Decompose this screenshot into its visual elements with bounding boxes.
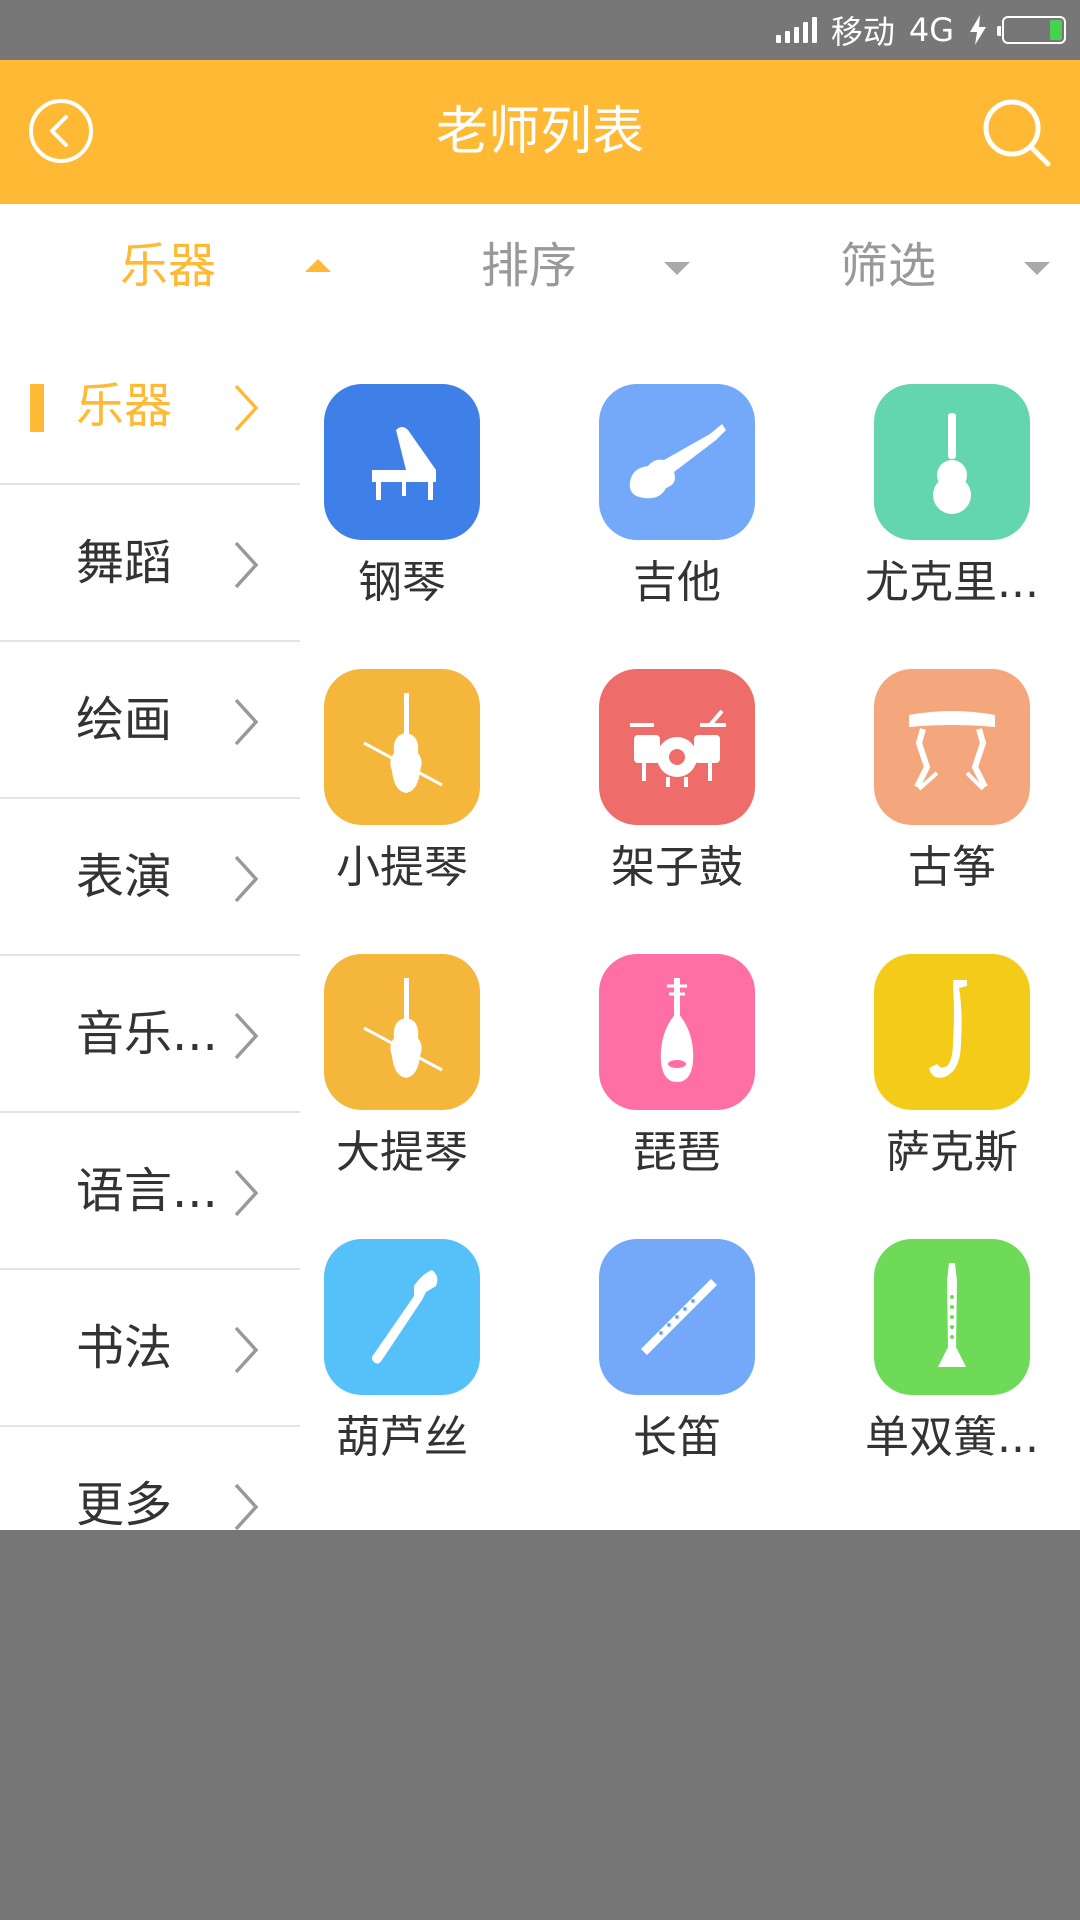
- sidebar-item-label: 绘画: [76, 692, 173, 748]
- instrument-name: 小提琴: [336, 842, 468, 893]
- instrument-name: 大提琴: [336, 1127, 468, 1178]
- instrument-guzheng[interactable]: 古筝: [829, 669, 1069, 919]
- caret-up-icon: [305, 259, 331, 272]
- instrument-name: 尤克里...: [865, 557, 1039, 608]
- chevron-right-icon: [234, 384, 259, 432]
- sidebar-item-calligraphy[interactable]: 书法: [0, 1270, 300, 1427]
- instrument-name: 古筝: [908, 842, 996, 893]
- chevron-right-icon: [234, 1483, 259, 1530]
- instrument-guitar[interactable]: 吉他: [554, 384, 794, 634]
- clarinet-icon: [874, 1239, 1030, 1395]
- flute-icon: [599, 1239, 755, 1395]
- tab-label: 筛选: [840, 238, 937, 294]
- instrument-flute[interactable]: 长笛: [554, 1239, 794, 1489]
- chevron-right-icon: [234, 1169, 259, 1217]
- charging-icon: [970, 15, 986, 45]
- network-label: 4G: [908, 11, 954, 49]
- instrument-pipa[interactable]: 琵琶: [554, 954, 794, 1204]
- chevron-right-icon: [234, 1326, 259, 1374]
- caret-down-icon: [664, 262, 690, 275]
- sidebar-item-instruments[interactable]: 乐器: [0, 328, 300, 485]
- saxophone-icon: [874, 954, 1030, 1110]
- instrument-name: 长笛: [633, 1412, 721, 1463]
- electric-guitar-icon: [599, 384, 755, 540]
- sidebar-item-label: 书法: [76, 1320, 173, 1376]
- chevron-right-icon: [234, 698, 259, 746]
- sidebar-item-performance[interactable]: 表演: [0, 799, 300, 956]
- instrument-violin[interactable]: 小提琴: [279, 669, 519, 919]
- page-title: 老师列表: [435, 102, 644, 162]
- ukulele-icon: [874, 384, 1030, 540]
- signal-icon: [775, 17, 817, 43]
- pipa-icon: [599, 954, 755, 1110]
- sidebar-item-dance[interactable]: 舞蹈: [0, 485, 300, 642]
- search-icon[interactable]: [982, 98, 1052, 168]
- instrument-name: 架子鼓: [611, 842, 743, 893]
- tab-label: 乐器: [120, 238, 217, 294]
- tab-instrument[interactable]: 乐器: [120, 204, 216, 328]
- sidebar-item-painting[interactable]: 绘画: [0, 642, 300, 799]
- tab-label: 排序: [481, 238, 578, 294]
- sidebar-item-label: 音乐...: [76, 1006, 218, 1062]
- instrument-piano[interactable]: 钢琴: [279, 384, 519, 634]
- instrument-ukulele[interactable]: 尤克里...: [829, 384, 1069, 634]
- sidebar-item-label: 更多: [76, 1477, 173, 1530]
- piano-icon: [324, 384, 480, 540]
- instrument-name: 葫芦丝: [336, 1412, 468, 1463]
- instrument-drum-kit[interactable]: 架子鼓: [554, 669, 794, 919]
- tab-filter[interactable]: 筛选: [840, 204, 936, 328]
- carrier-label: 移动: [830, 13, 895, 51]
- tab-sort[interactable]: 排序: [481, 204, 577, 328]
- sidebar-item-music[interactable]: 音乐...: [0, 956, 300, 1113]
- battery-icon: [997, 16, 1066, 44]
- instrument-clarinet[interactable]: 单双簧...: [829, 1239, 1069, 1489]
- chevron-right-icon: [234, 855, 259, 903]
- sidebar-item-language[interactable]: 语言...: [0, 1113, 300, 1270]
- app-header: 老师列表: [0, 60, 1080, 204]
- status-bar: 移动 4G: [0, 0, 1080, 60]
- active-indicator: [30, 384, 44, 432]
- instrument-name: 琵琶: [633, 1127, 721, 1178]
- guzheng-icon: [874, 669, 1030, 825]
- instrument-name: 萨克斯: [886, 1127, 1018, 1178]
- instrument-name: 钢琴: [358, 557, 446, 608]
- instrument-saxophone[interactable]: 萨克斯: [829, 954, 1069, 1204]
- violin-icon: [324, 669, 480, 825]
- instrument-hulusi[interactable]: 葫芦丝: [279, 1239, 519, 1489]
- hulusi-icon: [324, 1239, 480, 1395]
- sidebar-item-label: 舞蹈: [76, 535, 173, 591]
- category-sidebar: 乐器 舞蹈 绘画 表演 音乐... 语言... 书法 更多: [0, 328, 300, 1530]
- caret-down-icon: [1024, 262, 1050, 275]
- cello-icon: [324, 954, 480, 1110]
- drum-kit-icon: [599, 669, 755, 825]
- sidebar-item-label: 表演: [76, 849, 173, 905]
- instrument-name: 吉他: [633, 557, 721, 608]
- sidebar-item-label: 语言...: [76, 1163, 218, 1219]
- chevron-right-icon: [234, 1012, 259, 1060]
- filter-bar: 乐器 排序 筛选: [0, 204, 1080, 328]
- instrument-name: 单双簧...: [865, 1412, 1039, 1463]
- sidebar-item-more[interactable]: 更多: [0, 1427, 300, 1530]
- instrument-cello[interactable]: 大提琴: [279, 954, 519, 1204]
- content-area: 乐器 舞蹈 绘画 表演 音乐... 语言... 书法 更多 钢琴 吉他 尤克里.…: [0, 328, 1080, 1530]
- chevron-right-icon: [234, 541, 259, 589]
- sidebar-item-label: 乐器: [76, 378, 173, 434]
